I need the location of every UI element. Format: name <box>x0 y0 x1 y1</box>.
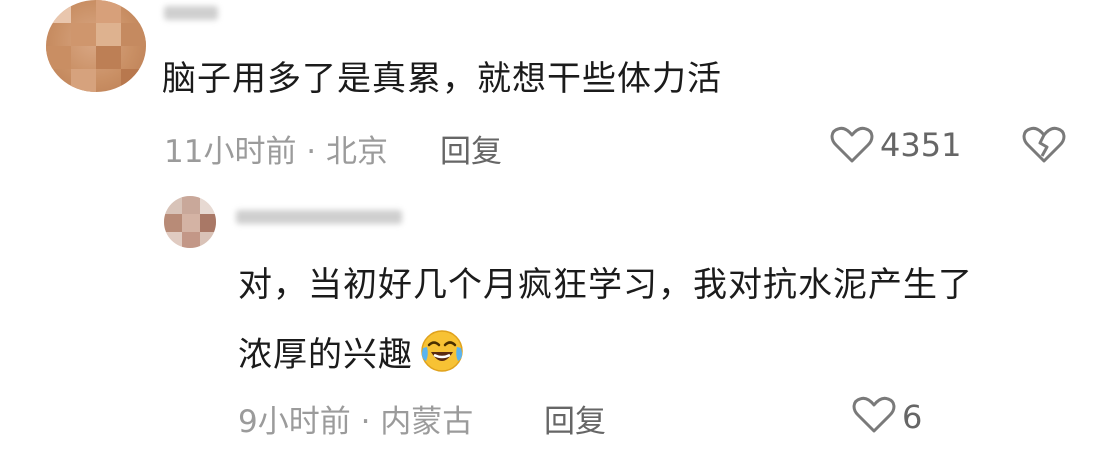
commenter-avatar[interactable] <box>46 0 146 92</box>
reply-like-count: 6 <box>902 398 923 436</box>
comment-like-count: 4351 <box>880 126 962 164</box>
reply-text-line2: 浓厚的兴趣 <box>238 328 465 376</box>
reply-time-location: 9小时前 · 内蒙古 <box>238 404 474 440</box>
commenter-username[interactable] <box>164 6 218 20</box>
comment-time-location: 11小时前 · 北京 <box>164 134 389 170</box>
watermark-overlay <box>928 394 1112 438</box>
reply-text-line1: 对，当初好几个月疯狂学习，我对抗水泥产生了 <box>238 265 973 305</box>
laughing-crying-emoji-icon <box>421 330 463 372</box>
comment-text: 脑子用多了是真累，就想干些体力活 <box>162 59 722 99</box>
like-heart-icon[interactable] <box>830 126 874 164</box>
reply-like-heart-icon[interactable] <box>852 396 896 434</box>
reply-reply-button[interactable]: 回复 <box>544 396 606 441</box>
reply-text-line2-text: 浓厚的兴趣 <box>238 335 413 375</box>
replier-username[interactable] <box>236 210 402 224</box>
replier-avatar[interactable] <box>164 196 216 248</box>
comment-reply-button[interactable]: 回复 <box>440 126 502 171</box>
dislike-broken-heart-icon[interactable] <box>1022 126 1066 164</box>
